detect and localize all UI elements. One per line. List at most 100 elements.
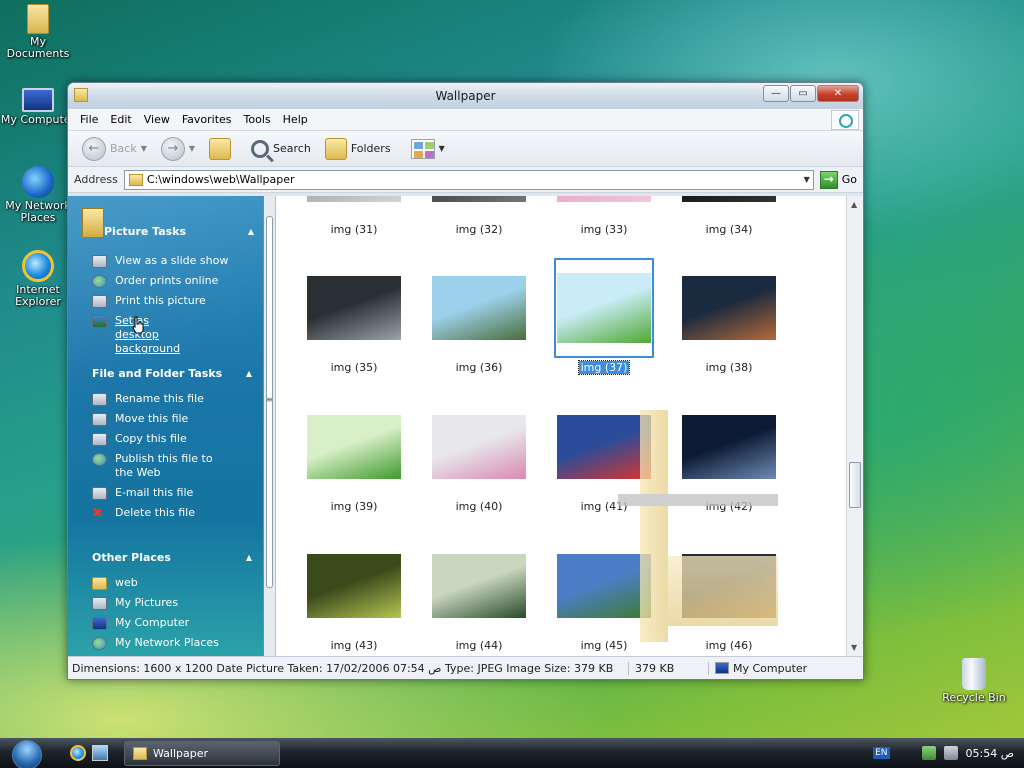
file-thumbnail[interactable]	[679, 258, 779, 358]
pane-splitter[interactable]	[264, 196, 276, 656]
task-copy[interactable]: Copy this file	[92, 432, 252, 446]
maximize-button[interactable]: ▭	[790, 85, 816, 102]
address-input[interactable]: C:\windows\web\Wallpaper ▼	[123, 169, 814, 190]
place-my-computer[interactable]: My Computer	[92, 616, 252, 630]
chevron-up-icon[interactable]: ▲	[246, 369, 252, 378]
scrollbar-thumb[interactable]	[849, 462, 861, 508]
file-name[interactable]: img (40)	[429, 500, 529, 513]
title-bar[interactable]: Wallpaper — ▭ ✕	[68, 83, 863, 109]
task-pane-scrollbar[interactable]	[266, 216, 273, 588]
file-thumbnail[interactable]	[429, 196, 529, 220]
desktop-icon-my-computer[interactable]: My Computer	[0, 84, 76, 126]
close-button[interactable]: ✕	[817, 85, 859, 102]
show-desktop-icon[interactable]	[92, 745, 108, 761]
file-name[interactable]: img (46)	[679, 639, 779, 652]
file-name[interactable]: img (34)	[679, 223, 779, 236]
vertical-scrollbar[interactable]: ▲ ▼	[846, 196, 863, 656]
image-preview	[432, 196, 526, 202]
scroll-down-arrow-icon[interactable]: ▼	[851, 643, 857, 652]
chevron-down-icon[interactable]: ▼	[189, 144, 195, 153]
chevron-down-icon[interactable]: ▼	[804, 175, 810, 184]
desktop-icon-recycle-bin[interactable]: Recycle Bin	[936, 658, 1012, 704]
file-thumbnail[interactable]	[304, 258, 404, 358]
task-move[interactable]: Move this file	[92, 412, 252, 426]
start-button[interactable]	[0, 738, 48, 768]
task-publish[interactable]: Publish this file to the Web	[92, 452, 252, 480]
menu-help[interactable]: Help	[277, 113, 314, 126]
file-thumbnail[interactable]	[304, 536, 404, 636]
task-label: Delete this file	[115, 506, 195, 519]
file-name[interactable]: img (38)	[679, 361, 779, 374]
views-button[interactable]: ▼	[407, 137, 449, 161]
file-view: img (31) img (32) img (33) img (34) img (35)…	[276, 196, 846, 656]
file-thumbnail[interactable]	[304, 196, 404, 220]
file-thumbnail[interactable]	[304, 397, 404, 497]
task-email[interactable]: E-mail this file	[92, 486, 252, 500]
place-my-pictures[interactable]: My Pictures	[92, 596, 252, 610]
file-thumbnail[interactable]	[554, 258, 654, 358]
network-tray-icon[interactable]	[921, 746, 936, 760]
file-thumbnail[interactable]	[554, 196, 654, 220]
task-slideshow[interactable]: View as a slide show	[92, 254, 252, 268]
menu-tools[interactable]: Tools	[238, 113, 277, 126]
file-name[interactable]: img (36)	[429, 361, 529, 374]
minimize-button[interactable]: —	[763, 85, 789, 102]
desktop-icon-network[interactable]: My Network Places	[0, 166, 76, 224]
file-name[interactable]: img (37)	[554, 360, 654, 375]
file-name[interactable]: img (32)	[429, 223, 529, 236]
back-button[interactable]: ← Back ▼	[78, 135, 151, 163]
menu-edit[interactable]: Edit	[104, 113, 137, 126]
file-name-text: img (42)	[705, 500, 753, 513]
scroll-up-arrow-icon[interactable]: ▲	[851, 200, 857, 209]
language-indicator[interactable]: EN	[873, 747, 890, 759]
section-header[interactable]: Picture Tasks ▲	[104, 222, 254, 240]
task-set-background[interactable]: Set as desktop background	[92, 314, 252, 356]
file-name[interactable]: img (45)	[554, 639, 654, 652]
up-folder-button[interactable]	[205, 136, 235, 162]
file-name[interactable]: img (42)	[679, 500, 779, 513]
search-button[interactable]: Search	[247, 138, 315, 160]
file-name[interactable]: img (41)	[554, 500, 654, 513]
task-print[interactable]: Print this picture	[92, 294, 252, 308]
clock[interactable]: ص 05:54	[966, 747, 1015, 760]
file-name[interactable]: img (31)	[304, 223, 404, 236]
desktop-icon-label: My Network Places	[5, 199, 71, 224]
chevron-up-icon[interactable]: ▲	[246, 553, 252, 562]
file-thumbnail[interactable]	[679, 196, 779, 220]
file-thumbnail[interactable]	[679, 397, 779, 497]
file-thumbnail[interactable]	[554, 397, 654, 497]
zone-label: My Computer	[733, 661, 808, 675]
chevron-down-icon[interactable]: ▼	[141, 144, 147, 153]
menu-file[interactable]: File	[74, 113, 104, 126]
section-header[interactable]: File and Folder Tasks ▲	[92, 364, 252, 382]
file-thumbnail[interactable]	[679, 536, 779, 636]
task-order-prints[interactable]: Order prints online	[92, 274, 252, 288]
task-delete[interactable]: ✖ Delete this file	[92, 506, 252, 520]
desktop-icon-ie[interactable]: Internet Explorer	[0, 250, 76, 308]
file-name[interactable]: img (33)	[554, 223, 654, 236]
desktop-icon-my-documents[interactable]: My Documents	[0, 4, 76, 60]
folder-icon	[92, 577, 107, 590]
menu-favorites[interactable]: Favorites	[176, 113, 238, 126]
volume-icon[interactable]	[943, 746, 958, 760]
menu-view[interactable]: View	[138, 113, 176, 126]
forward-button[interactable]: → ▼	[157, 135, 199, 163]
file-name[interactable]: img (39)	[304, 500, 404, 513]
folders-button[interactable]: Folders	[321, 136, 395, 162]
taskbar-item-wallpaper[interactable]: Wallpaper	[124, 740, 280, 766]
file-thumbnail[interactable]	[429, 397, 529, 497]
file-thumbnail[interactable]	[429, 258, 529, 358]
file-name[interactable]: img (43)	[304, 639, 404, 652]
chevron-up-icon[interactable]: ▲	[248, 227, 254, 236]
ie-icon[interactable]	[70, 745, 86, 761]
task-rename[interactable]: Rename this file	[92, 392, 252, 406]
back-arrow-icon: ←	[82, 136, 106, 161]
go-button[interactable]: → Go	[819, 170, 857, 189]
file-thumbnail[interactable]	[554, 536, 654, 636]
place-web[interactable]: web	[92, 576, 252, 590]
file-name[interactable]: img (35)	[304, 361, 404, 374]
place-network[interactable]: My Network Places	[92, 636, 252, 650]
file-name[interactable]: img (44)	[429, 639, 529, 652]
section-header[interactable]: Other Places ▲	[92, 548, 252, 566]
file-thumbnail[interactable]	[429, 536, 529, 636]
